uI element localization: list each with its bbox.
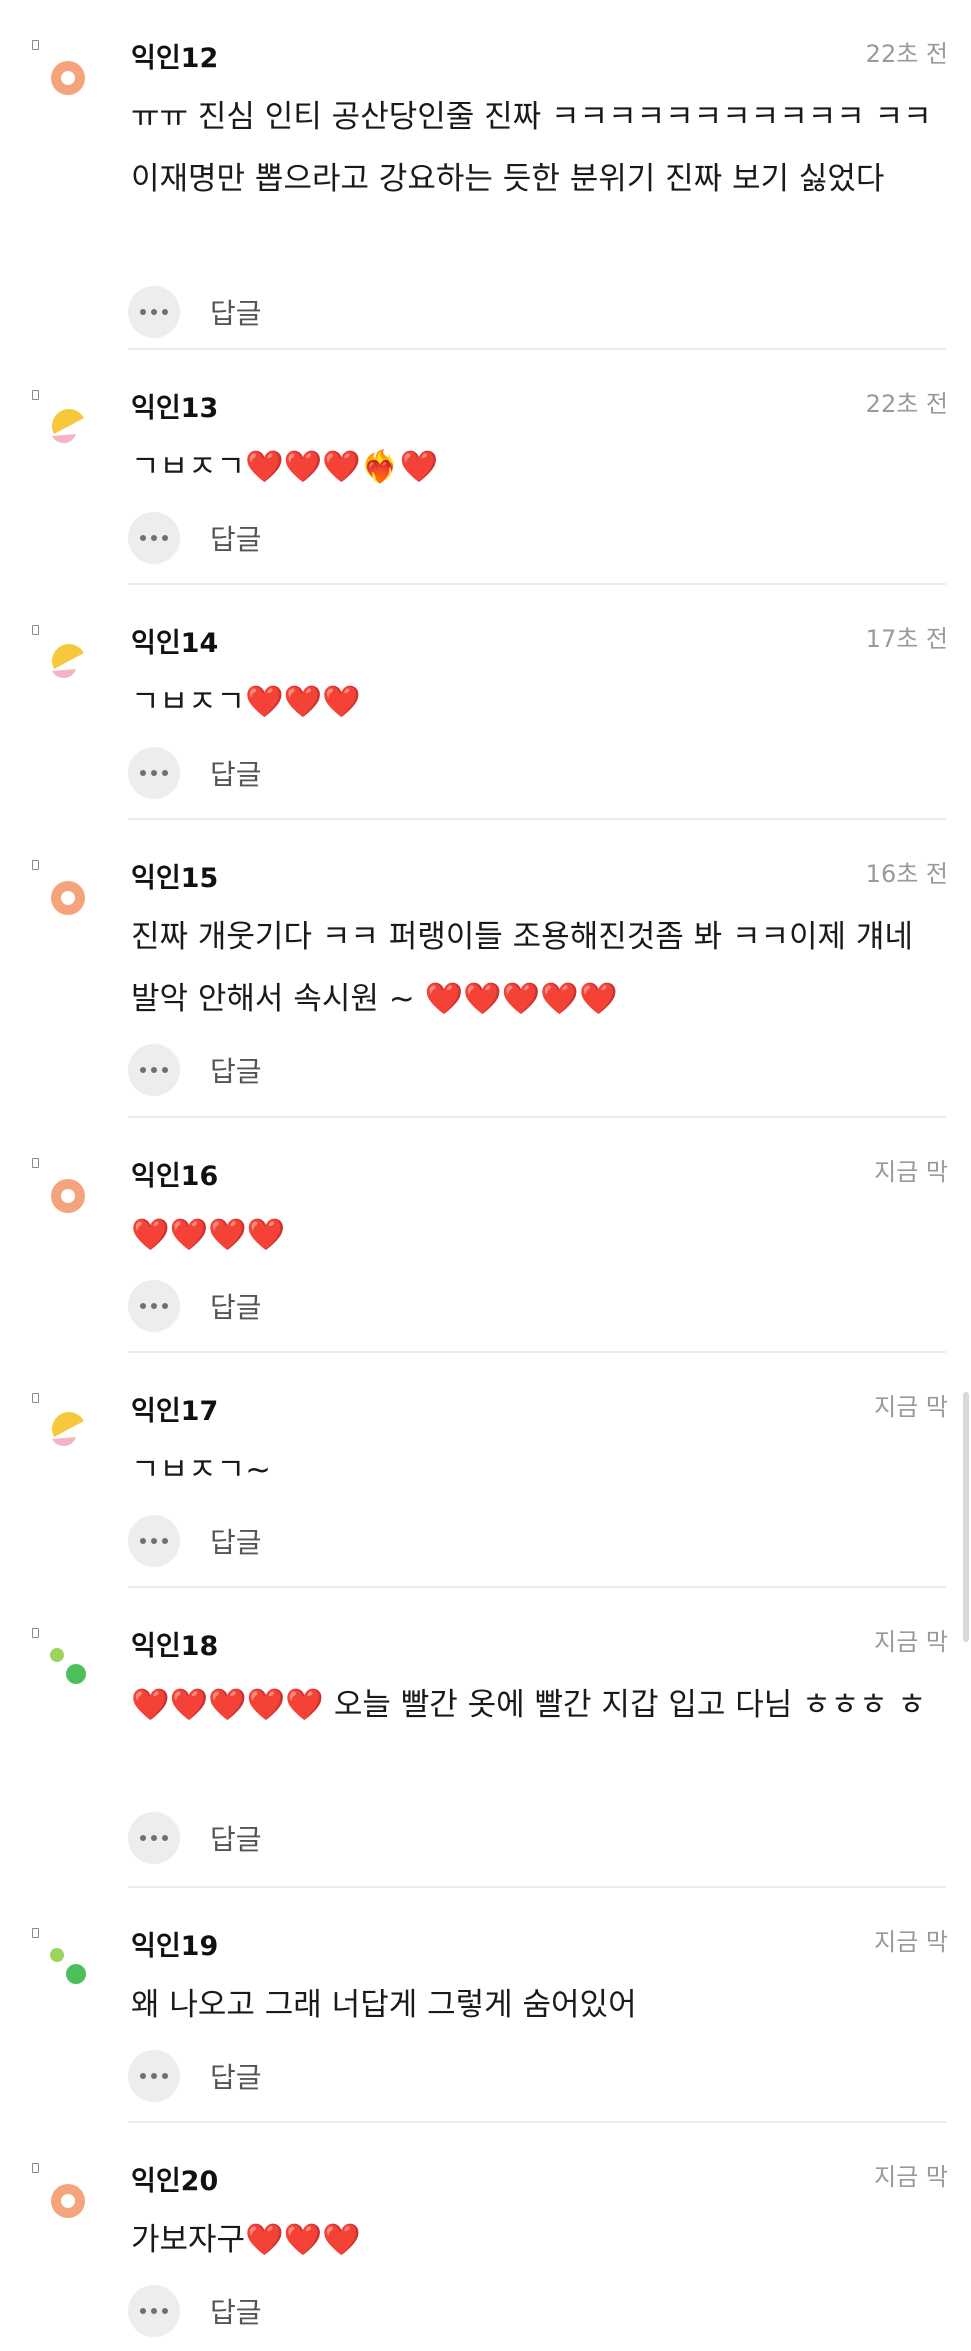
comment-item: 익인15 16초 전 진짜 개웃기다 ㅋㅋ 퍼랭이들 조용해진것좀 봐 ㅋㅋ이제… <box>0 820 971 1118</box>
comment-author: 익인18 <box>131 1631 219 1662</box>
comment-actions: 답글 <box>128 2285 262 2337</box>
orange-ring-icon <box>48 2181 88 2221</box>
reply-button[interactable]: 답글 <box>210 753 262 793</box>
scrollbar[interactable] <box>963 1392 969 1642</box>
comment-text: 왜 나오고 그래 너답게 그렇게 숨어있어 <box>131 1987 637 2023</box>
comment-author: 익인16 <box>131 1161 219 1192</box>
comment-time: 22초 전 <box>865 40 948 68</box>
reply-button[interactable]: 답글 <box>210 1050 262 1090</box>
more-options-button[interactable] <box>128 2050 180 2102</box>
yellow-pink-moon-icon <box>48 1411 88 1451</box>
orange-ring-icon <box>48 878 88 918</box>
comment-item: 익인12 22초 전 ㅠㅠ 진심 인티 공산당인줄 진짜 ㅋㅋㅋㅋㅋㅋㅋㅋㅋㅋㅋ… <box>0 0 971 350</box>
comment-item: 익인17 지금 막 ㄱㅂㅈㄱ~ 답글 <box>0 1353 971 1588</box>
badge-icon <box>32 2163 39 2173</box>
reply-button[interactable]: 답글 <box>210 1521 262 1561</box>
comment-text: 가보자구❤️❤️❤️ <box>131 2222 361 2258</box>
yellow-pink-moon-icon <box>48 643 88 683</box>
comment-actions: 답글 <box>128 1515 262 1567</box>
comment-actions: 답글 <box>128 1812 262 1864</box>
comment-actions: 답글 <box>128 286 262 338</box>
comment-author: 익인20 <box>131 2166 219 2197</box>
comment-item: 익인14 17초 전 ㄱㅂㅈㄱ❤️❤️❤️ 답글 <box>0 585 971 820</box>
green-dots-icon <box>48 1646 88 1686</box>
more-options-button[interactable] <box>128 512 180 564</box>
badge-icon <box>32 40 39 50</box>
comment-time: 지금 막 <box>874 1158 948 1186</box>
comment-actions: 답글 <box>128 512 262 564</box>
comment-item: 익인18 지금 막 ❤️❤️❤️❤️❤️ 오늘 빨간 옷에 빨간 지갑 입고 다… <box>0 1588 971 1888</box>
comment-time: 지금 막 <box>874 1628 948 1656</box>
reply-button[interactable]: 답글 <box>210 2291 262 2331</box>
comment-text: 진짜 개웃기다 ㅋㅋ 퍼랭이들 조용해진것좀 봐 ㅋㅋ이제 걔네 발악 안해서 … <box>131 919 923 1017</box>
more-options-button[interactable] <box>128 1812 180 1864</box>
reply-button[interactable]: 답글 <box>210 518 262 558</box>
comment-item: 익인19 지금 막 왜 나오고 그래 너답게 그렇게 숨어있어 답글 <box>0 1888 971 2123</box>
more-options-button[interactable] <box>128 1044 180 1096</box>
more-options-button[interactable] <box>128 1515 180 1567</box>
comment-text: ㅠㅠ 진심 인티 공산당인줄 진짜 ㅋㅋㅋㅋㅋㅋㅋㅋㅋㅋㅋ ㅋㅋ 이재명만 뽑으… <box>131 99 942 197</box>
badge-icon <box>32 390 39 400</box>
badge-icon <box>32 1158 39 1168</box>
comment-text: ㄱㅂㅈㄱ~ <box>131 1452 272 1488</box>
comment-author: 익인14 <box>131 628 219 659</box>
comment-time: 지금 막 <box>874 1928 948 1956</box>
reply-button[interactable]: 답글 <box>210 2056 262 2096</box>
comment-item: 익인20 지금 막 가보자구❤️❤️❤️ 답글 <box>0 2123 971 2351</box>
comment-text: ㄱㅂㅈㄱ❤️❤️❤️ <box>131 684 361 720</box>
more-options-button[interactable] <box>128 747 180 799</box>
comment-time: 지금 막 <box>874 1393 948 1421</box>
comment-author: 익인12 <box>131 43 219 74</box>
comment-text: ㄱㅂㅈㄱ❤️❤️❤️❤️‍🔥❤️ <box>131 449 439 485</box>
reply-button[interactable]: 답글 <box>210 1286 262 1326</box>
comment-list: 익인12 22초 전 ㅠㅠ 진심 인티 공산당인줄 진짜 ㅋㅋㅋㅋㅋㅋㅋㅋㅋㅋㅋ… <box>0 0 971 2351</box>
comment-item: 익인16 지금 막 ❤️❤️❤️❤️ 답글 <box>0 1118 971 1353</box>
green-dots-icon <box>48 1946 88 1986</box>
comment-author: 익인15 <box>131 863 219 894</box>
comment-time: 지금 막 <box>874 2163 948 2191</box>
badge-icon <box>32 1628 39 1638</box>
comment-actions: 답글 <box>128 1044 262 1096</box>
more-options-button[interactable] <box>128 286 180 338</box>
more-options-button[interactable] <box>128 2285 180 2337</box>
comment-time: 16초 전 <box>865 860 948 888</box>
comment-text: ❤️❤️❤️❤️❤️ 오늘 빨간 옷에 빨간 지갑 입고 다님 ㅎㅎㅎ ㅎ <box>131 1687 927 1723</box>
comment-actions: 답글 <box>128 2050 262 2102</box>
badge-icon <box>32 860 39 870</box>
comment-author: 익인17 <box>131 1396 219 1427</box>
reply-button[interactable]: 답글 <box>210 292 262 332</box>
comment-text: ❤️❤️❤️❤️ <box>131 1217 286 1253</box>
orange-ring-icon <box>48 58 88 98</box>
badge-icon <box>32 1393 39 1403</box>
more-options-button[interactable] <box>128 1280 180 1332</box>
badge-icon <box>32 625 39 635</box>
badge-icon <box>32 1928 39 1938</box>
comment-actions: 답글 <box>128 747 262 799</box>
yellow-pink-moon-icon <box>48 408 88 448</box>
comment-author: 익인19 <box>131 1931 219 1962</box>
reply-button[interactable]: 답글 <box>210 1818 262 1858</box>
comment-actions: 답글 <box>128 1280 262 1332</box>
comment-time: 17초 전 <box>865 625 948 653</box>
orange-ring-icon <box>48 1176 88 1216</box>
comment-item: 익인13 22초 전 ㄱㅂㅈㄱ❤️❤️❤️❤️‍🔥❤️ 답글 <box>0 350 971 585</box>
comment-time: 22초 전 <box>865 390 948 418</box>
comment-author: 익인13 <box>131 393 219 424</box>
